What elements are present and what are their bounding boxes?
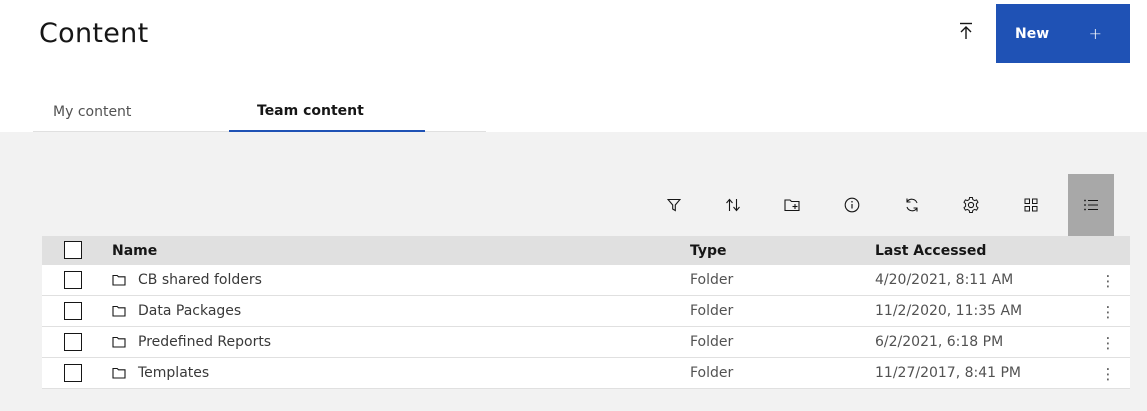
upload-button[interactable]	[950, 17, 982, 49]
grid-view-button[interactable]	[1009, 174, 1053, 236]
column-header-name[interactable]: Name	[112, 243, 157, 259]
folder-icon	[112, 366, 126, 380]
row-name[interactable]: CB shared folders	[138, 272, 262, 288]
refresh-icon	[904, 197, 920, 213]
table-row[interactable]: CB shared folders Folder 4/20/2021, 8:11…	[42, 265, 1130, 296]
row-name-cell: Templates	[112, 365, 209, 381]
table-header: Name Type Last Accessed	[42, 236, 1130, 265]
row-type: Folder	[690, 272, 734, 288]
plus-icon: +	[1088, 24, 1102, 43]
row-checkbox[interactable]	[64, 364, 82, 382]
settings-icon	[962, 196, 980, 214]
overflow-menu-icon[interactable]: ⋮	[1098, 333, 1118, 353]
row-name[interactable]: Templates	[138, 365, 209, 381]
overflow-menu-icon[interactable]: ⋮	[1098, 364, 1118, 384]
new-folder-button[interactable]	[771, 174, 815, 236]
table-row[interactable]: Data Packages Folder 11/2/2020, 11:35 AM…	[42, 296, 1130, 327]
filter-button[interactable]	[652, 174, 696, 236]
row-name-cell: Data Packages	[112, 303, 241, 319]
row-checkbox[interactable]	[64, 333, 82, 351]
toolbar	[0, 174, 1147, 236]
filter-icon	[667, 198, 681, 212]
row-last-accessed: 11/2/2020, 11:35 AM	[875, 303, 1023, 319]
row-checkbox[interactable]	[64, 302, 82, 320]
upload-icon	[958, 22, 974, 44]
folder-icon	[112, 335, 126, 349]
table-row[interactable]: Templates Folder 11/27/2017, 8:41 PM ⋮	[42, 358, 1130, 389]
overflow-menu-icon[interactable]: ⋮	[1098, 302, 1118, 322]
tab-bar: My content Team content	[33, 92, 486, 132]
row-last-accessed: 11/27/2017, 8:41 PM	[875, 365, 1022, 381]
row-last-accessed: 6/2/2021, 6:18 PM	[875, 334, 1004, 350]
list-view-button[interactable]	[1068, 174, 1114, 236]
row-name-cell: Predefined Reports	[112, 334, 271, 350]
select-all-checkbox[interactable]	[64, 241, 82, 259]
info-icon	[844, 197, 860, 213]
row-type: Folder	[690, 334, 734, 350]
row-type: Folder	[690, 303, 734, 319]
folder-icon	[112, 304, 126, 318]
sort-button[interactable]	[711, 174, 755, 236]
grid-view-icon	[1024, 198, 1038, 212]
row-last-accessed: 4/20/2021, 8:11 AM	[875, 272, 1014, 288]
list-view-icon	[1083, 198, 1099, 212]
column-header-last-accessed[interactable]: Last Accessed	[875, 243, 986, 259]
row-name[interactable]: Data Packages	[138, 303, 241, 319]
row-checkbox[interactable]	[64, 271, 82, 289]
refresh-button[interactable]	[890, 174, 934, 236]
new-folder-icon	[784, 198, 802, 212]
new-button[interactable]: New +	[996, 4, 1130, 63]
row-type: Folder	[690, 365, 734, 381]
overflow-menu-icon[interactable]: ⋮	[1098, 271, 1118, 291]
page-title: Content	[39, 18, 149, 49]
sort-icon	[725, 198, 741, 212]
tab-my-content[interactable]: My content	[33, 92, 229, 132]
settings-button[interactable]	[949, 174, 993, 236]
info-button[interactable]	[830, 174, 874, 236]
folder-icon	[112, 273, 126, 287]
column-header-type[interactable]: Type	[690, 243, 727, 259]
content-table: Name Type Last Accessed CB shared folder…	[42, 236, 1130, 389]
table-row[interactable]: Predefined Reports Folder 6/2/2021, 6:18…	[42, 327, 1130, 358]
row-name-cell: CB shared folders	[112, 272, 262, 288]
new-button-label: New	[1015, 25, 1050, 42]
row-name[interactable]: Predefined Reports	[138, 334, 271, 350]
tab-team-content[interactable]: Team content	[229, 92, 425, 132]
